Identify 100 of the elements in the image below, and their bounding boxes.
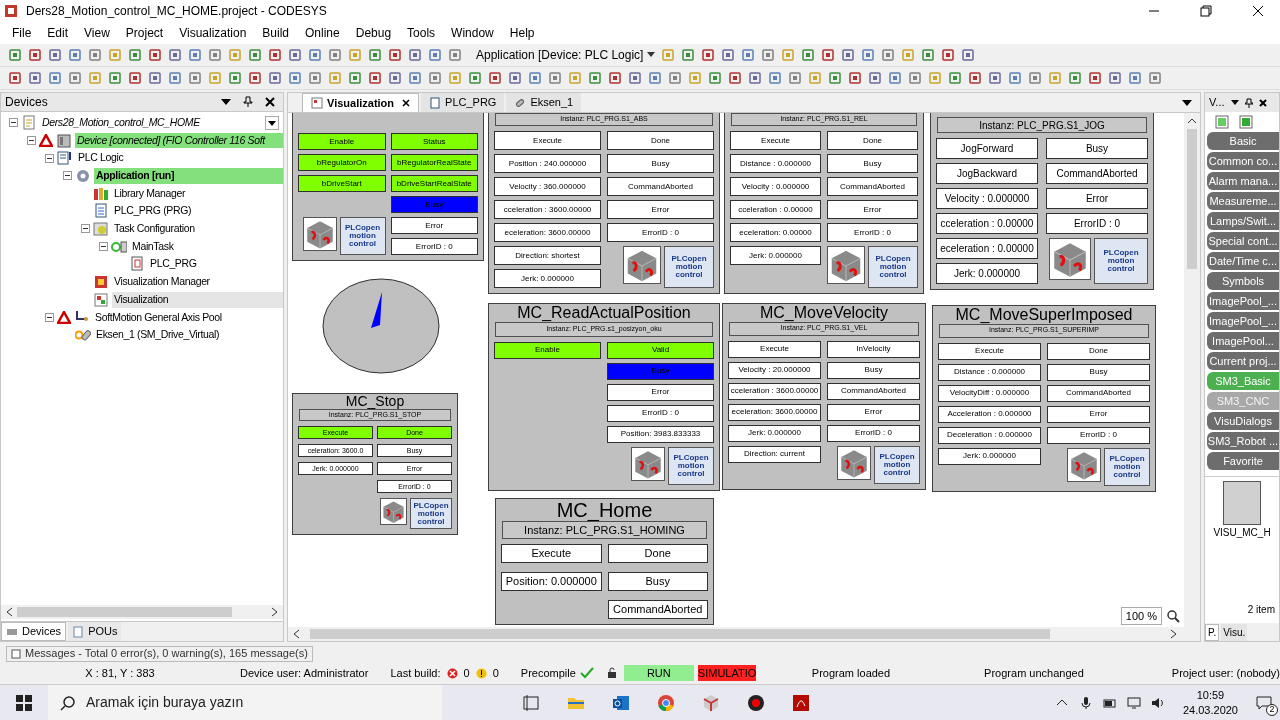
toolbar-icon[interactable] (861, 48, 876, 62)
toolbox-category[interactable]: VisuDialogs (1207, 412, 1279, 430)
pin-icon[interactable] (1244, 97, 1253, 108)
lamp-field[interactable]: cceleration : 3600.00000 (728, 382, 821, 400)
lamp-field[interactable]: cceleration : 0.00000 (936, 213, 1038, 234)
menu-item[interactable]: Help (501, 24, 543, 42)
tree-item[interactable]: SoftMotion General Axis Pool (93, 309, 224, 326)
scrollbar-thumb[interactable] (310, 629, 1050, 639)
notification-icon[interactable] (1256, 695, 1272, 710)
pin-icon[interactable] (243, 96, 253, 108)
lamp-field[interactable]: Valid (607, 341, 714, 359)
lamp-field[interactable]: CommandAborted (1047, 384, 1150, 402)
lamp-field[interactable]: Error (1047, 405, 1150, 423)
toolbar-icon[interactable] (841, 48, 856, 62)
lamp-field[interactable]: ErrorID : 0 (1047, 426, 1150, 444)
toolbar-icon[interactable] (648, 71, 662, 85)
toolbar-icon[interactable] (1028, 71, 1042, 85)
lamp-field[interactable]: Deceleration : 0.000000 (938, 426, 1041, 444)
lamp-field[interactable]: Enable (298, 133, 386, 150)
lamp-field[interactable]: Execute (501, 544, 602, 563)
toolbar-icon[interactable] (988, 71, 1002, 85)
toolbar-icon[interactable] (608, 71, 622, 85)
toolbar-icon[interactable] (88, 48, 102, 62)
toolbar-icon[interactable] (148, 71, 162, 85)
collapse-icon[interactable] (81, 224, 90, 234)
toolbox-category[interactable]: ImagePool_... (1207, 292, 1279, 310)
menu-item[interactable]: File (4, 24, 40, 42)
grid-view-icon[interactable] (1215, 115, 1229, 129)
toolbar-icon[interactable] (148, 48, 162, 62)
close-icon[interactable] (265, 97, 275, 107)
lamp-field[interactable]: CommandAborted (1046, 163, 1148, 184)
network-icon[interactable] (1126, 695, 1141, 710)
toolbar-icon[interactable] (1008, 71, 1022, 85)
microphone-icon[interactable] (1078, 695, 1093, 710)
lamp-field[interactable]: bRegulatorRealState (390, 154, 478, 171)
close-icon[interactable] (402, 99, 411, 107)
editor-tab[interactable]: PLC_PRG (421, 93, 505, 112)
collapse-icon[interactable] (9, 118, 18, 128)
lamp-field[interactable]: eceleration: 3600.00000 (728, 403, 821, 421)
lamp-field[interactable]: Jerk: 0.000000 (938, 447, 1041, 465)
toolbar-icon[interactable] (228, 71, 242, 85)
lamp-field[interactable]: CommandAborted (607, 177, 714, 196)
toolbar-icon[interactable] (128, 48, 142, 62)
record-icon[interactable] (747, 693, 765, 712)
toolbar-icon[interactable] (1088, 71, 1102, 85)
lamp-field[interactable]: bRegulatorOn (298, 154, 386, 171)
toolbar-icon[interactable] (528, 71, 542, 85)
toolbar-icon[interactable] (388, 71, 402, 85)
lamp-field[interactable]: Enable (494, 341, 601, 359)
toolbar-icon[interactable] (848, 71, 862, 85)
tree-item[interactable]: Device [connected] (FIO Controller 116 Soft (75, 132, 283, 149)
lamp-field[interactable]: Error (607, 200, 714, 219)
lamp-field[interactable]: eceleration: 3600.00000 (494, 223, 601, 242)
cube-icon[interactable] (702, 693, 720, 712)
messages-tab[interactable]: Messages - Total 0 error(s), 0 warning(s), 165 message(s) (6, 645, 313, 662)
windows-logo-icon[interactable] (16, 694, 32, 711)
toolbar-icon[interactable] (448, 48, 462, 62)
toolbar-icon[interactable] (188, 48, 202, 62)
toolbar-icon[interactable] (248, 48, 262, 62)
toolbox-category[interactable]: Measureme... (1207, 192, 1279, 210)
lamp-field[interactable]: InVelocity (827, 340, 920, 358)
lamp-field[interactable]: Jerk: 0.000000 (730, 246, 821, 265)
toolbar-icon[interactable] (788, 71, 802, 85)
pdf-document-icon[interactable] (792, 693, 810, 712)
tree-item[interactable]: Visualization Manager (112, 274, 212, 290)
lamp-field[interactable]: ErrorID : 0 (607, 223, 714, 242)
toolbar-icon[interactable] (1068, 71, 1082, 85)
lamp-field[interactable]: JogForward (936, 138, 1038, 159)
tree-item[interactable]: PLC Logic (76, 150, 126, 167)
toolbar-icon[interactable] (248, 71, 262, 85)
panel-tab[interactable]: Devices (1, 622, 67, 641)
collapse-icon[interactable] (27, 136, 36, 146)
toolbox-category[interactable]: Basic (1207, 132, 1279, 150)
mail-icon[interactable] (612, 693, 630, 712)
toolbar-icon[interactable] (128, 71, 142, 85)
scroll-up-icon[interactable] (1187, 117, 1197, 125)
toolbar-icon[interactable] (8, 71, 22, 85)
lamp-field[interactable]: Velocity : 360.000000 (494, 177, 601, 196)
toolbox-category[interactable]: Common co... (1207, 152, 1279, 170)
menu-item[interactable]: Edit (39, 24, 77, 42)
toolbar-icon[interactable] (588, 71, 602, 85)
lamp-field[interactable]: VelocityDiff : 0.000000 (938, 384, 1041, 402)
lamp-field[interactable]: Jerk: 0.000000 (728, 424, 821, 442)
toolbar-icon[interactable] (408, 48, 422, 62)
toolbar-icon[interactable] (748, 71, 762, 85)
lamp-field[interactable]: CommandAborted (607, 600, 708, 619)
lock-icon[interactable] (605, 667, 618, 679)
toolbox-category[interactable]: Lamps/Swit... (1207, 212, 1279, 230)
toolbar-icon[interactable] (1128, 71, 1142, 85)
toolbar-icon[interactable] (821, 48, 836, 62)
toolbar-icon[interactable] (388, 48, 402, 62)
lamp-field[interactable]: cceleration : 3600.00000 (494, 200, 601, 219)
dropdown-button-icon[interactable] (265, 115, 279, 130)
lamp-field[interactable]: Position: 3983.833333 (607, 425, 714, 443)
lamp-field[interactable]: Status (390, 133, 478, 150)
tree-item[interactable]: Task Configuration (112, 221, 197, 237)
lamp-field[interactable]: Velocity : 0.000000 (936, 188, 1038, 209)
lamp-field[interactable]: ErrorID : 0 (827, 424, 920, 442)
lamp-field[interactable]: Busy (607, 154, 714, 173)
lamp-field[interactable]: bDriveStartRealState (390, 175, 478, 192)
